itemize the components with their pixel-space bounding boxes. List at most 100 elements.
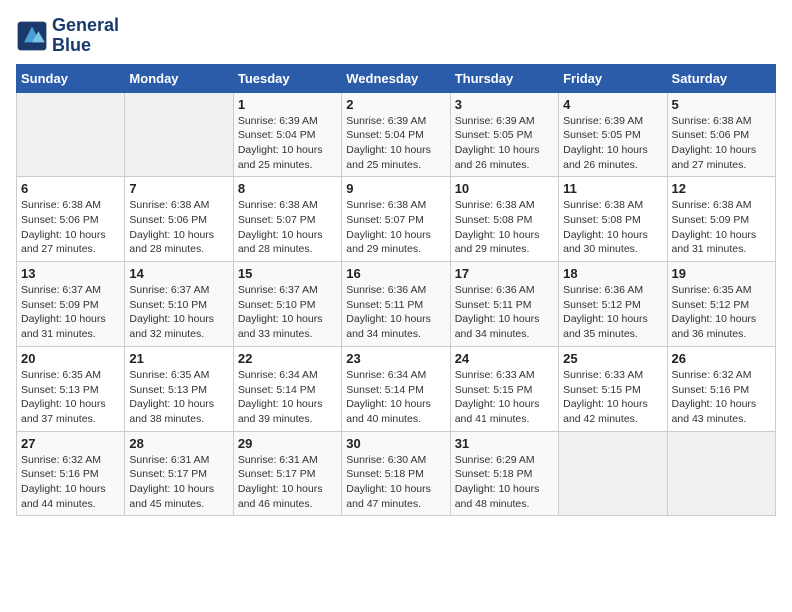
day-header-monday: Monday — [125, 64, 233, 92]
day-detail: Sunrise: 6:33 AM Sunset: 5:15 PM Dayligh… — [455, 368, 554, 427]
day-number: 18 — [563, 266, 662, 281]
day-detail: Sunrise: 6:34 AM Sunset: 5:14 PM Dayligh… — [346, 368, 445, 427]
calendar-cell: 28 Sunrise: 6:31 AM Sunset: 5:17 PM Dayli… — [125, 431, 233, 516]
day-detail: Sunrise: 6:32 AM Sunset: 5:16 PM Dayligh… — [672, 368, 771, 427]
day-detail: Sunrise: 6:35 AM Sunset: 5:13 PM Dayligh… — [129, 368, 228, 427]
day-number: 15 — [238, 266, 337, 281]
day-detail: Sunrise: 6:31 AM Sunset: 5:17 PM Dayligh… — [238, 453, 337, 512]
calendar-week-3: 13Sunrise: 6:37 AM Sunset: 5:09 PM Dayli… — [17, 262, 776, 347]
day-number: 20 — [21, 351, 120, 366]
day-number: 30 — [346, 436, 445, 451]
day-detail: Sunrise: 6:35 AM Sunset: 5:12 PM Dayligh… — [672, 283, 771, 342]
day-number: 23 — [346, 351, 445, 366]
calendar-week-4: 20 Sunrise: 6:35 AM Sunset: 5:13 PM Dayli… — [17, 346, 776, 431]
day-number: 14 — [129, 266, 228, 281]
calendar-table: SundayMondayTuesdayWednesdayThursdayFrid… — [16, 64, 776, 517]
day-detail: Sunrise: 6:38 AM Sunset: 5:07 PM Dayligh… — [346, 198, 445, 257]
calendar-cell: 11 Sunrise: 6:38 AM Sunset: 5:08 PM Dayli… — [559, 177, 667, 262]
day-detail: Sunrise: 6:37 AM Sunset: 5:10 PM Dayligh… — [129, 283, 228, 342]
calendar-cell: 21Sunrise: 6:35 AM Sunset: 5:13 PM Dayli… — [125, 346, 233, 431]
day-number: 6 — [21, 181, 120, 196]
day-detail: Sunrise: 6:38 AM Sunset: 5:09 PM Dayligh… — [672, 198, 771, 257]
calendar-header-row: SundayMondayTuesdayWednesdayThursdayFrid… — [17, 64, 776, 92]
day-number: 19 — [672, 266, 771, 281]
calendar-cell: 30 Sunrise: 6:30 AM Sunset: 5:18 PM Dayli… — [342, 431, 450, 516]
day-number: 22 — [238, 351, 337, 366]
day-number: 26 — [672, 351, 771, 366]
calendar-cell: 22 Sunrise: 6:34 AM Sunset: 5:14 PM Dayli… — [233, 346, 341, 431]
calendar-week-1: 1 Sunrise: 6:39 AM Sunset: 5:04 PM Daylig… — [17, 92, 776, 177]
calendar-cell: 13Sunrise: 6:37 AM Sunset: 5:09 PM Dayli… — [17, 262, 125, 347]
day-header-friday: Friday — [559, 64, 667, 92]
day-detail: Sunrise: 6:30 AM Sunset: 5:18 PM Dayligh… — [346, 453, 445, 512]
calendar-cell: 17 Sunrise: 6:36 AM Sunset: 5:11 PM Dayli… — [450, 262, 558, 347]
calendar-cell: 4 Sunrise: 6:39 AM Sunset: 5:05 PM Daylig… — [559, 92, 667, 177]
calendar-cell — [667, 431, 775, 516]
calendar-cell: 5 Sunrise: 6:38 AM Sunset: 5:06 PM Daylig… — [667, 92, 775, 177]
day-number: 8 — [238, 181, 337, 196]
day-number: 13 — [21, 266, 120, 281]
calendar-week-2: 6 Sunrise: 6:38 AM Sunset: 5:06 PM Daylig… — [17, 177, 776, 262]
day-detail: Sunrise: 6:39 AM Sunset: 5:04 PM Dayligh… — [238, 114, 337, 173]
calendar-cell: 8 Sunrise: 6:38 AM Sunset: 5:07 PM Daylig… — [233, 177, 341, 262]
day-detail: Sunrise: 6:36 AM Sunset: 5:11 PM Dayligh… — [455, 283, 554, 342]
logo-text: General Blue — [52, 16, 119, 56]
day-detail: Sunrise: 6:34 AM Sunset: 5:14 PM Dayligh… — [238, 368, 337, 427]
day-header-sunday: Sunday — [17, 64, 125, 92]
day-detail: Sunrise: 6:38 AM Sunset: 5:06 PM Dayligh… — [672, 114, 771, 173]
day-number: 16 — [346, 266, 445, 281]
day-detail: Sunrise: 6:36 AM Sunset: 5:12 PM Dayligh… — [563, 283, 662, 342]
day-detail: Sunrise: 6:36 AM Sunset: 5:11 PM Dayligh… — [346, 283, 445, 342]
day-header-wednesday: Wednesday — [342, 64, 450, 92]
calendar-cell — [559, 431, 667, 516]
day-detail: Sunrise: 6:38 AM Sunset: 5:06 PM Dayligh… — [129, 198, 228, 257]
calendar-cell — [17, 92, 125, 177]
day-number: 11 — [563, 181, 662, 196]
day-detail: Sunrise: 6:29 AM Sunset: 5:18 PM Dayligh… — [455, 453, 554, 512]
calendar-cell: 26 Sunrise: 6:32 AM Sunset: 5:16 PM Dayli… — [667, 346, 775, 431]
day-number: 12 — [672, 181, 771, 196]
day-header-saturday: Saturday — [667, 64, 775, 92]
calendar-cell: 7Sunrise: 6:38 AM Sunset: 5:06 PM Daylig… — [125, 177, 233, 262]
calendar-cell: 14 Sunrise: 6:37 AM Sunset: 5:10 PM Dayli… — [125, 262, 233, 347]
calendar-cell: 23 Sunrise: 6:34 AM Sunset: 5:14 PM Dayli… — [342, 346, 450, 431]
calendar-cell: 31Sunrise: 6:29 AM Sunset: 5:18 PM Dayli… — [450, 431, 558, 516]
calendar-cell: 16 Sunrise: 6:36 AM Sunset: 5:11 PM Dayli… — [342, 262, 450, 347]
day-number: 27 — [21, 436, 120, 451]
day-number: 17 — [455, 266, 554, 281]
calendar-cell: 19 Sunrise: 6:35 AM Sunset: 5:12 PM Dayli… — [667, 262, 775, 347]
calendar-cell — [125, 92, 233, 177]
calendar-week-5: 27Sunrise: 6:32 AM Sunset: 5:16 PM Dayli… — [17, 431, 776, 516]
day-detail: Sunrise: 6:37 AM Sunset: 5:10 PM Dayligh… — [238, 283, 337, 342]
day-number: 1 — [238, 97, 337, 112]
day-detail: Sunrise: 6:35 AM Sunset: 5:13 PM Dayligh… — [21, 368, 120, 427]
calendar-cell: 2 Sunrise: 6:39 AM Sunset: 5:04 PM Daylig… — [342, 92, 450, 177]
day-number: 2 — [346, 97, 445, 112]
day-number: 9 — [346, 181, 445, 196]
logo: General Blue — [16, 16, 119, 56]
day-number: 10 — [455, 181, 554, 196]
logo-icon — [16, 20, 48, 52]
calendar-cell: 10 Sunrise: 6:38 AM Sunset: 5:08 PM Dayli… — [450, 177, 558, 262]
day-number: 5 — [672, 97, 771, 112]
day-number: 24 — [455, 351, 554, 366]
day-detail: Sunrise: 6:39 AM Sunset: 5:04 PM Dayligh… — [346, 114, 445, 173]
calendar-cell: 1 Sunrise: 6:39 AM Sunset: 5:04 PM Daylig… — [233, 92, 341, 177]
day-detail: Sunrise: 6:31 AM Sunset: 5:17 PM Dayligh… — [129, 453, 228, 512]
calendar-cell: 15 Sunrise: 6:37 AM Sunset: 5:10 PM Dayli… — [233, 262, 341, 347]
day-detail: Sunrise: 6:38 AM Sunset: 5:07 PM Dayligh… — [238, 198, 337, 257]
calendar-cell: 9 Sunrise: 6:38 AM Sunset: 5:07 PM Daylig… — [342, 177, 450, 262]
day-header-tuesday: Tuesday — [233, 64, 341, 92]
day-number: 4 — [563, 97, 662, 112]
day-number: 28 — [129, 436, 228, 451]
day-number: 3 — [455, 97, 554, 112]
calendar-cell: 18 Sunrise: 6:36 AM Sunset: 5:12 PM Dayli… — [559, 262, 667, 347]
calendar-cell: 24 Sunrise: 6:33 AM Sunset: 5:15 PM Dayli… — [450, 346, 558, 431]
calendar-cell: 27Sunrise: 6:32 AM Sunset: 5:16 PM Dayli… — [17, 431, 125, 516]
calendar-cell: 6Sunrise: 6:38 AM Sunset: 5:06 PM Daylig… — [17, 177, 125, 262]
day-detail: Sunrise: 6:38 AM Sunset: 5:08 PM Dayligh… — [563, 198, 662, 257]
calendar-cell: 29Sunrise: 6:31 AM Sunset: 5:17 PM Dayli… — [233, 431, 341, 516]
day-detail: Sunrise: 6:39 AM Sunset: 5:05 PM Dayligh… — [563, 114, 662, 173]
day-detail: Sunrise: 6:38 AM Sunset: 5:08 PM Dayligh… — [455, 198, 554, 257]
day-detail: Sunrise: 6:39 AM Sunset: 5:05 PM Dayligh… — [455, 114, 554, 173]
